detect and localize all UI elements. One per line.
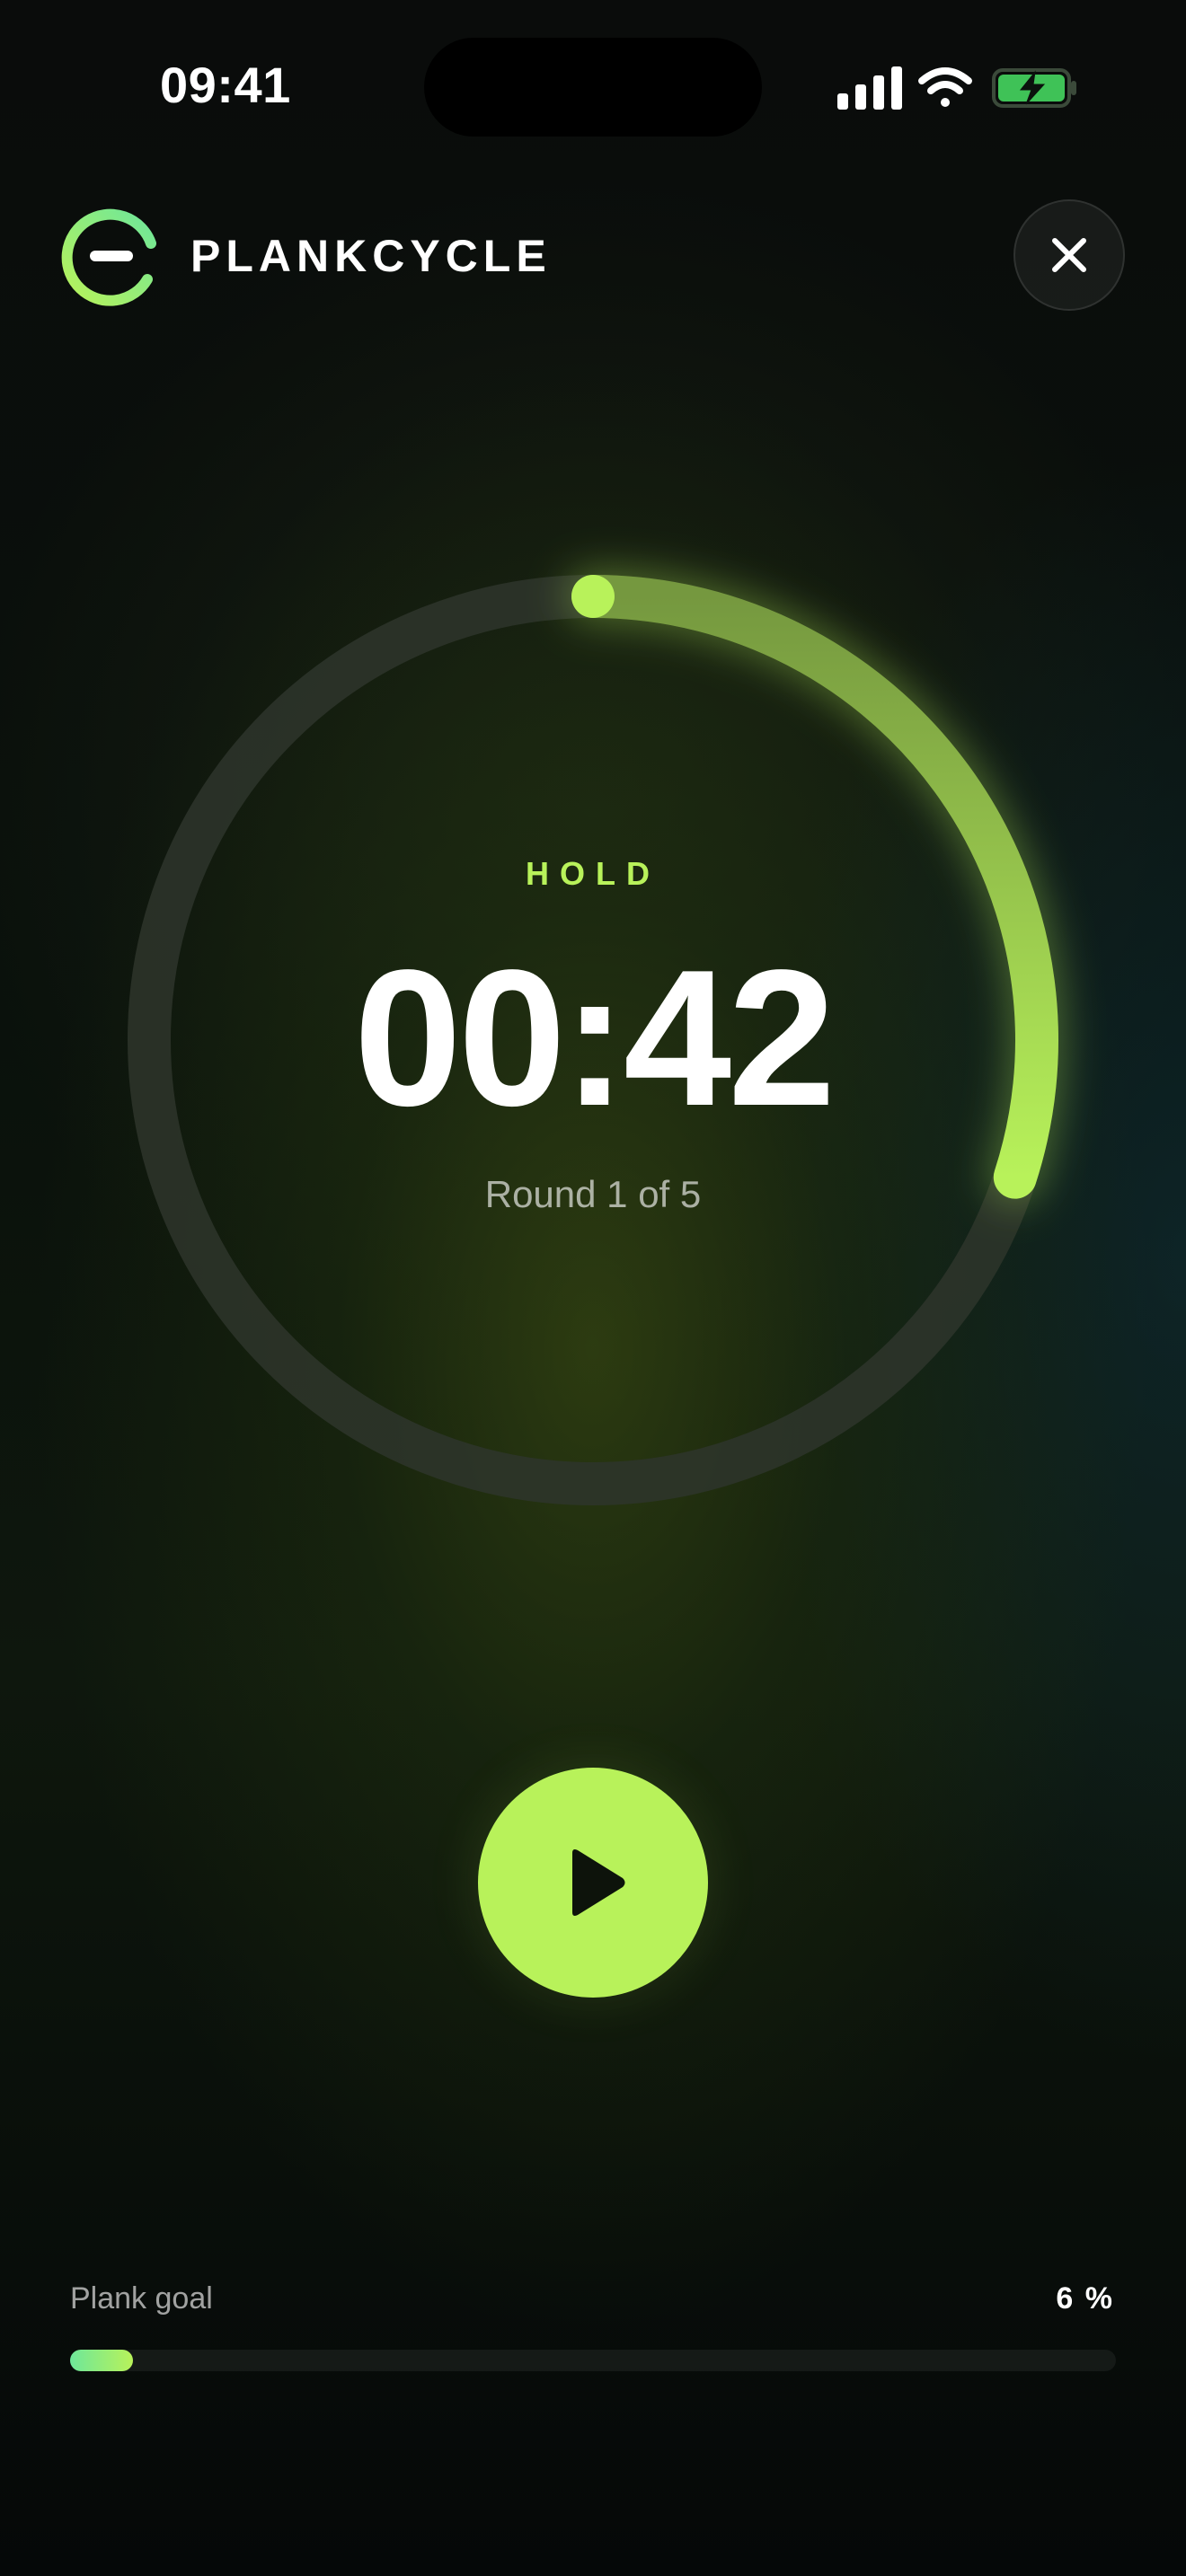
plankcycle-logo-icon xyxy=(61,208,156,306)
status-icons xyxy=(837,66,1076,110)
timer-round-label: Round 1 of 5 xyxy=(484,1173,702,1215)
play-button[interactable] xyxy=(478,1768,708,1998)
wifi-icon xyxy=(918,67,972,107)
battery-charging-icon xyxy=(992,68,1076,108)
goal-progress-track xyxy=(70,2350,1116,2371)
dynamic-island xyxy=(424,38,762,137)
status-time: 09:41 xyxy=(160,57,291,113)
timer-phase-label: HOLD xyxy=(526,855,660,892)
status-bar: 09:41 xyxy=(0,0,1186,180)
background xyxy=(0,0,1186,2576)
brand: PLANKCYCLE xyxy=(50,198,552,314)
signal-icon xyxy=(837,66,902,110)
goal-progress-fill xyxy=(70,2350,133,2371)
brand-name: PLANKCYCLE xyxy=(190,231,552,281)
goal-label: Plank goal xyxy=(70,2281,213,2316)
goal-percent: 6 % xyxy=(1056,2281,1114,2316)
close-button[interactable] xyxy=(1013,199,1125,311)
timer-display: 00:42 xyxy=(353,929,836,1146)
play-icon xyxy=(572,1849,625,1916)
close-icon xyxy=(1052,238,1086,272)
